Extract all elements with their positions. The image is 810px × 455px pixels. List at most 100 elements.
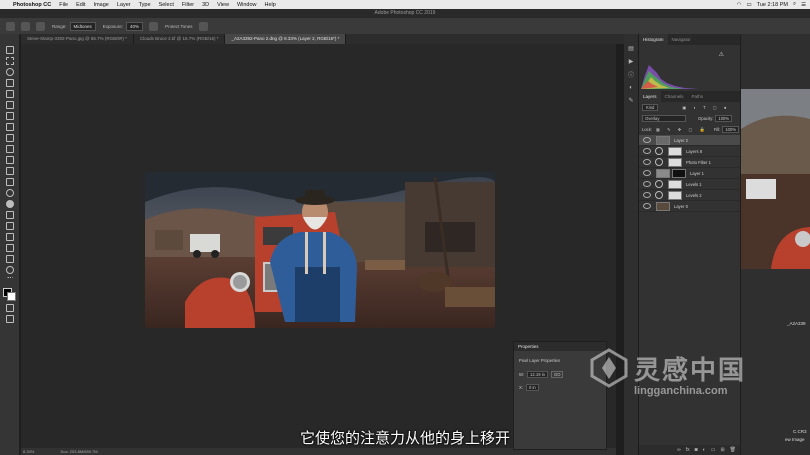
opacity-input[interactable]: 100%	[715, 115, 733, 122]
layer-row[interactable]: Levels 1	[639, 179, 740, 190]
layer-row[interactable]: Layers 8	[639, 146, 740, 157]
crop-tool-icon[interactable]	[0, 88, 19, 99]
protect-tones-checkbox[interactable]: Protect Tones	[165, 24, 192, 29]
layer-row[interactable]: Layer 2	[639, 135, 740, 146]
rectangle-tool-icon[interactable]	[0, 242, 19, 253]
menu-app-name[interactable]: Photoshop CC	[13, 2, 51, 8]
menu-edit[interactable]: Edit	[76, 2, 85, 8]
quick-mask-icon[interactable]	[0, 302, 19, 313]
marquee-tool-icon[interactable]	[0, 55, 19, 66]
pen-tool-icon[interactable]	[0, 209, 19, 220]
exposure-input[interactable]: 40%	[126, 21, 144, 31]
filter-icons[interactable]: ▣ ◐ T ▢ ●	[682, 105, 729, 110]
zoom-tool-icon[interactable]	[0, 264, 19, 275]
menu-help[interactable]: Help	[265, 2, 276, 8]
visibility-eye-icon[interactable]	[643, 203, 651, 209]
width-input[interactable]: 12.19 in	[527, 371, 548, 378]
wifi-icon[interactable]: ◠	[737, 2, 742, 8]
history-brush-tool-icon[interactable]	[0, 154, 19, 165]
more-tools-icon[interactable]	[0, 275, 19, 286]
layer-name[interactable]: Levels 2	[686, 193, 702, 198]
screen-mode-icon[interactable]	[0, 313, 19, 324]
tab-clouds-bruce[interactable]: Clouds Bruce 2.tif @ 16.7% (RGB/16) *	[134, 34, 226, 44]
blend-mode-select[interactable]: Overlay	[642, 115, 686, 122]
layer-name[interactable]: Layer 2	[674, 138, 688, 143]
adjustments-panel-icon[interactable]: ◐	[624, 81, 638, 94]
tab-layers[interactable]: Layers	[639, 91, 661, 102]
blur-tool-icon[interactable]	[0, 187, 19, 198]
search-icon[interactable]: ⌕	[793, 1, 796, 8]
layer-name[interactable]: Layer 1	[690, 171, 704, 176]
tab-navigator[interactable]: Navigator	[668, 34, 695, 45]
range-select[interactable]: Midtones	[69, 21, 96, 31]
layer-name[interactable]: Levels 1	[686, 182, 702, 187]
visibility-eye-icon[interactable]	[643, 148, 651, 154]
menu-layer[interactable]: Layer	[117, 2, 131, 8]
tab-paths[interactable]: Paths	[688, 91, 708, 102]
eraser-tool-icon[interactable]	[0, 165, 19, 176]
adjustment-icon	[655, 191, 663, 199]
tab-channels[interactable]: Channels	[661, 91, 688, 102]
path-select-tool-icon[interactable]	[0, 231, 19, 242]
layer-kind-filter[interactable]: Kind	[642, 104, 659, 111]
link-dimensions-button[interactable]: GO	[550, 371, 564, 378]
menu-select[interactable]: Select	[159, 2, 174, 8]
doc-size[interactable]: Doc: 253.8M/659.7M	[60, 449, 97, 454]
brush-settings-icon[interactable]	[36, 21, 45, 31]
visibility-eye-icon[interactable]	[643, 159, 651, 165]
pressure-icon[interactable]	[198, 21, 208, 31]
properties-title[interactable]: Properties	[518, 344, 539, 349]
info-panel-icon[interactable]: ⓘ	[624, 68, 638, 81]
lasso-tool-icon[interactable]	[0, 66, 19, 77]
tab-a2a3392-pano[interactable]: _A2A3392-Pano 2.dng @ 8.33% (Layer 2, RG…	[225, 34, 347, 44]
zoom-level[interactable]: 8.33%	[23, 449, 34, 454]
visibility-eye-icon[interactable]	[643, 137, 651, 143]
background-color-swatch[interactable]	[7, 292, 16, 301]
layer-row[interactable]: Photo Filter 1	[639, 157, 740, 168]
dodge-tool-icon[interactable]	[0, 198, 19, 209]
color-swatches[interactable]	[0, 286, 19, 302]
layer-name[interactable]: Layers 8	[686, 149, 702, 154]
brush-tool-icon[interactable]	[0, 132, 19, 143]
visibility-eye-icon[interactable]	[643, 181, 651, 187]
menu-extra-icon[interactable]: ☰	[801, 2, 806, 8]
lock-icons[interactable]: ▦ ✎ ✥ ▢ 🔒	[656, 127, 708, 133]
type-tool-icon[interactable]	[0, 220, 19, 231]
history-panel-icon[interactable]: ▤	[624, 42, 638, 55]
quick-select-tool-icon[interactable]	[0, 77, 19, 88]
menu-image[interactable]: Image	[94, 2, 109, 8]
warning-icon[interactable]: ⚠	[719, 51, 724, 58]
gradient-tool-icon[interactable]	[0, 176, 19, 187]
play-actions-icon[interactable]: ▶	[624, 55, 638, 68]
frame-tool-icon[interactable]	[0, 99, 19, 110]
layer-name[interactable]: Photo Filter 1	[686, 160, 711, 165]
hand-tool-icon[interactable]	[0, 253, 19, 264]
document-image[interactable]	[145, 172, 495, 328]
brush-panel-icon[interactable]: ✎	[624, 94, 638, 107]
battery-icon[interactable]: ▭	[746, 2, 751, 8]
menu-3d[interactable]: 3D	[202, 2, 209, 8]
layer-row[interactable]: Layer 0	[639, 201, 740, 212]
fill-input[interactable]: 100%	[722, 126, 740, 133]
eyedropper-tool-icon[interactable]	[0, 110, 19, 121]
clone-stamp-tool-icon[interactable]	[0, 143, 19, 154]
home-icon[interactable]	[6, 21, 15, 31]
layer-name[interactable]: Layer 0	[674, 204, 688, 209]
move-tool-icon[interactable]	[0, 44, 19, 55]
healing-brush-tool-icon[interactable]	[0, 121, 19, 132]
layer-row[interactable]: Layer 1	[639, 168, 740, 179]
dodge-tool-preset-icon[interactable]	[21, 21, 30, 31]
layer-row[interactable]: Levels 2	[639, 190, 740, 201]
visibility-eye-icon[interactable]	[643, 170, 651, 176]
visibility-eye-icon[interactable]	[643, 192, 651, 198]
menu-type[interactable]: Type	[139, 2, 151, 8]
menu-window[interactable]: Window	[237, 2, 257, 8]
x-input[interactable]: 0 in	[525, 384, 539, 391]
clock-text[interactable]: Tue 2:18 PM	[757, 2, 788, 8]
menu-file[interactable]: File	[59, 2, 68, 8]
tab-steve-stamp[interactable]: Steve-Stamp-3392-Pano.jpg @ 66.7% (RGB/8…	[21, 34, 134, 44]
tab-histogram[interactable]: Histogram	[639, 34, 668, 45]
menu-view[interactable]: View	[217, 2, 229, 8]
menu-filter[interactable]: Filter	[182, 2, 194, 8]
airbrush-icon[interactable]	[149, 21, 159, 31]
